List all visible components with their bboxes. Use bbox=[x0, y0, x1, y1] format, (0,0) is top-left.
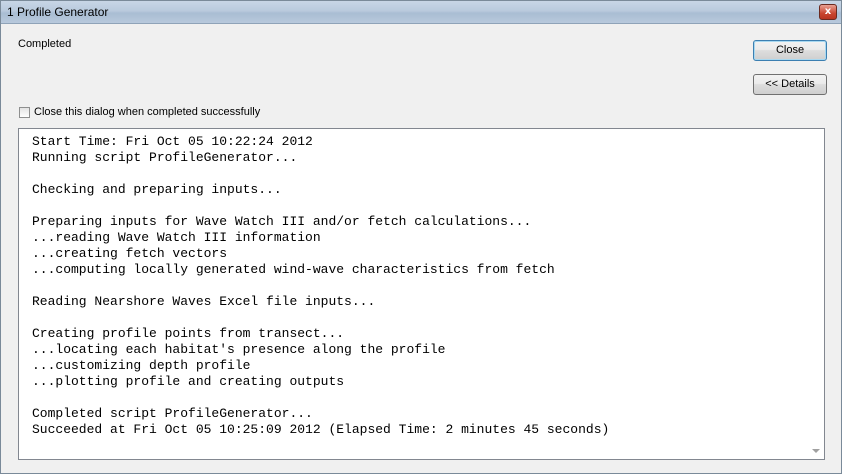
log-line: Completed script ProfileGenerator... bbox=[32, 406, 313, 421]
close-when-done-option[interactable]: Close this dialog when completed success… bbox=[19, 105, 260, 119]
log-line: ...locating each habitat's presence alon… bbox=[32, 342, 446, 357]
log-line: ...plotting profile and creating outputs bbox=[32, 374, 345, 389]
profile-generator-dialog: 1 Profile Generator x Completed Close <<… bbox=[0, 0, 842, 474]
close-when-done-label: Close this dialog when completed success… bbox=[34, 106, 261, 118]
log-line: Start Time: Fri Oct 05 10:22:24 2012 bbox=[32, 134, 313, 149]
log-line: ...computing locally generated wind-wave… bbox=[32, 262, 555, 277]
message-log[interactable]: Start Time: Fri Oct 05 10:22:24 2012 Runn… bbox=[18, 128, 825, 460]
log-line: Succeeded at Fri Oct 05 10:25:09 2012 (E… bbox=[32, 422, 610, 437]
close-button[interactable]: Close bbox=[753, 40, 827, 61]
log-line: Running script ProfileGenerator... bbox=[32, 150, 298, 165]
close-when-done-checkbox[interactable] bbox=[19, 106, 30, 118]
vertical-scrollbar[interactable] bbox=[807, 129, 824, 459]
scroll-down-arrow-icon[interactable] bbox=[812, 449, 820, 453]
log-line: ...creating fetch vectors bbox=[32, 246, 228, 261]
log-line: Reading Nearshore Waves Excel file input… bbox=[32, 294, 376, 309]
message-log-text-area[interactable]: Start Time: Fri Oct 05 10:22:24 2012 Runn… bbox=[19, 129, 807, 459]
log-line: ...reading Wave Watch III information bbox=[32, 230, 321, 245]
window-title: 1 Profile Generator bbox=[7, 5, 109, 19]
message-log-lines: Start Time: Fri Oct 05 10:22:24 2012 Runn… bbox=[19, 129, 807, 438]
log-line: ...customizing depth profile bbox=[32, 358, 251, 373]
log-line: Checking and preparing inputs... bbox=[32, 182, 282, 197]
log-line: Creating profile points from transect... bbox=[32, 326, 345, 341]
status-text: Completed bbox=[18, 38, 72, 50]
details-toggle-button[interactable]: << Details bbox=[753, 74, 827, 95]
log-line: Preparing inputs for Wave Watch III and/… bbox=[32, 214, 532, 229]
title-bar[interactable]: 1 Profile Generator x bbox=[1, 1, 841, 24]
window-close-button[interactable]: x bbox=[819, 4, 837, 20]
